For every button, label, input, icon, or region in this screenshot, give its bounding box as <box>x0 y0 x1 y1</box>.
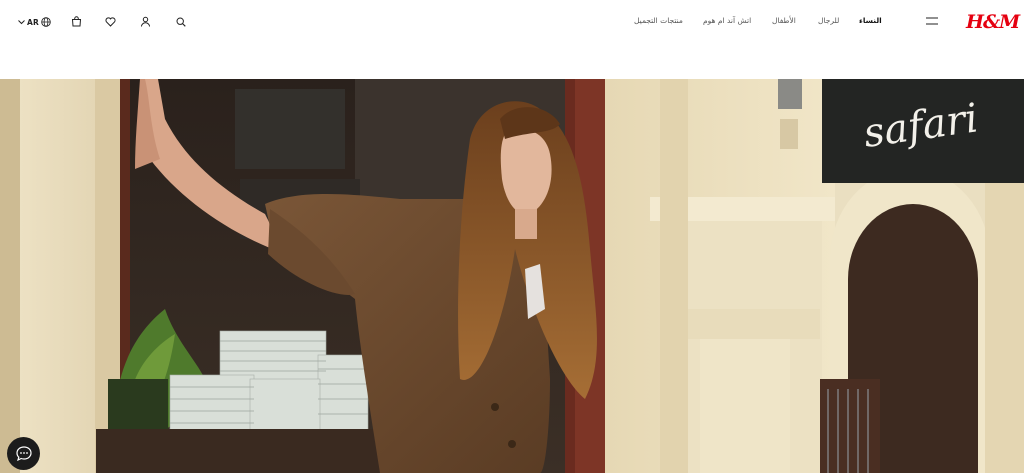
cart-icon <box>71 16 82 27</box>
account-button[interactable] <box>139 15 152 28</box>
globe-icon <box>41 17 51 27</box>
safari-sign-text: safari <box>861 95 981 157</box>
chat-button[interactable] <box>7 437 40 470</box>
menu-button[interactable] <box>924 14 940 28</box>
language-selector[interactable]: AR <box>18 15 51 29</box>
nav-home[interactable]: اتش آند ام هوم <box>703 16 751 28</box>
menu-icon <box>926 17 938 25</box>
user-icon <box>141 16 150 27</box>
nav-beauty[interactable]: منتجات التجميل <box>634 16 683 28</box>
nav-men[interactable]: للرجال <box>818 16 839 28</box>
hero-banner[interactable]: safari <box>0 79 1024 473</box>
search-button[interactable] <box>174 15 187 28</box>
heart-icon <box>105 16 116 27</box>
nav-kids[interactable]: الأطفال <box>772 16 796 28</box>
nav-women[interactable]: النساء <box>859 16 882 28</box>
site-header: AR منتجات التجميل اتش آند ام هوم الأطفال <box>0 0 1024 79</box>
language-code: AR <box>27 17 39 27</box>
favorites-button[interactable] <box>104 15 117 28</box>
chevron-down-icon <box>18 20 25 25</box>
brand-logo[interactable]: H&M <box>966 9 1020 35</box>
safari-sign: safari <box>861 95 981 157</box>
search-icon <box>175 16 186 27</box>
cart-button[interactable] <box>70 15 83 28</box>
chat-icon <box>15 446 32 461</box>
